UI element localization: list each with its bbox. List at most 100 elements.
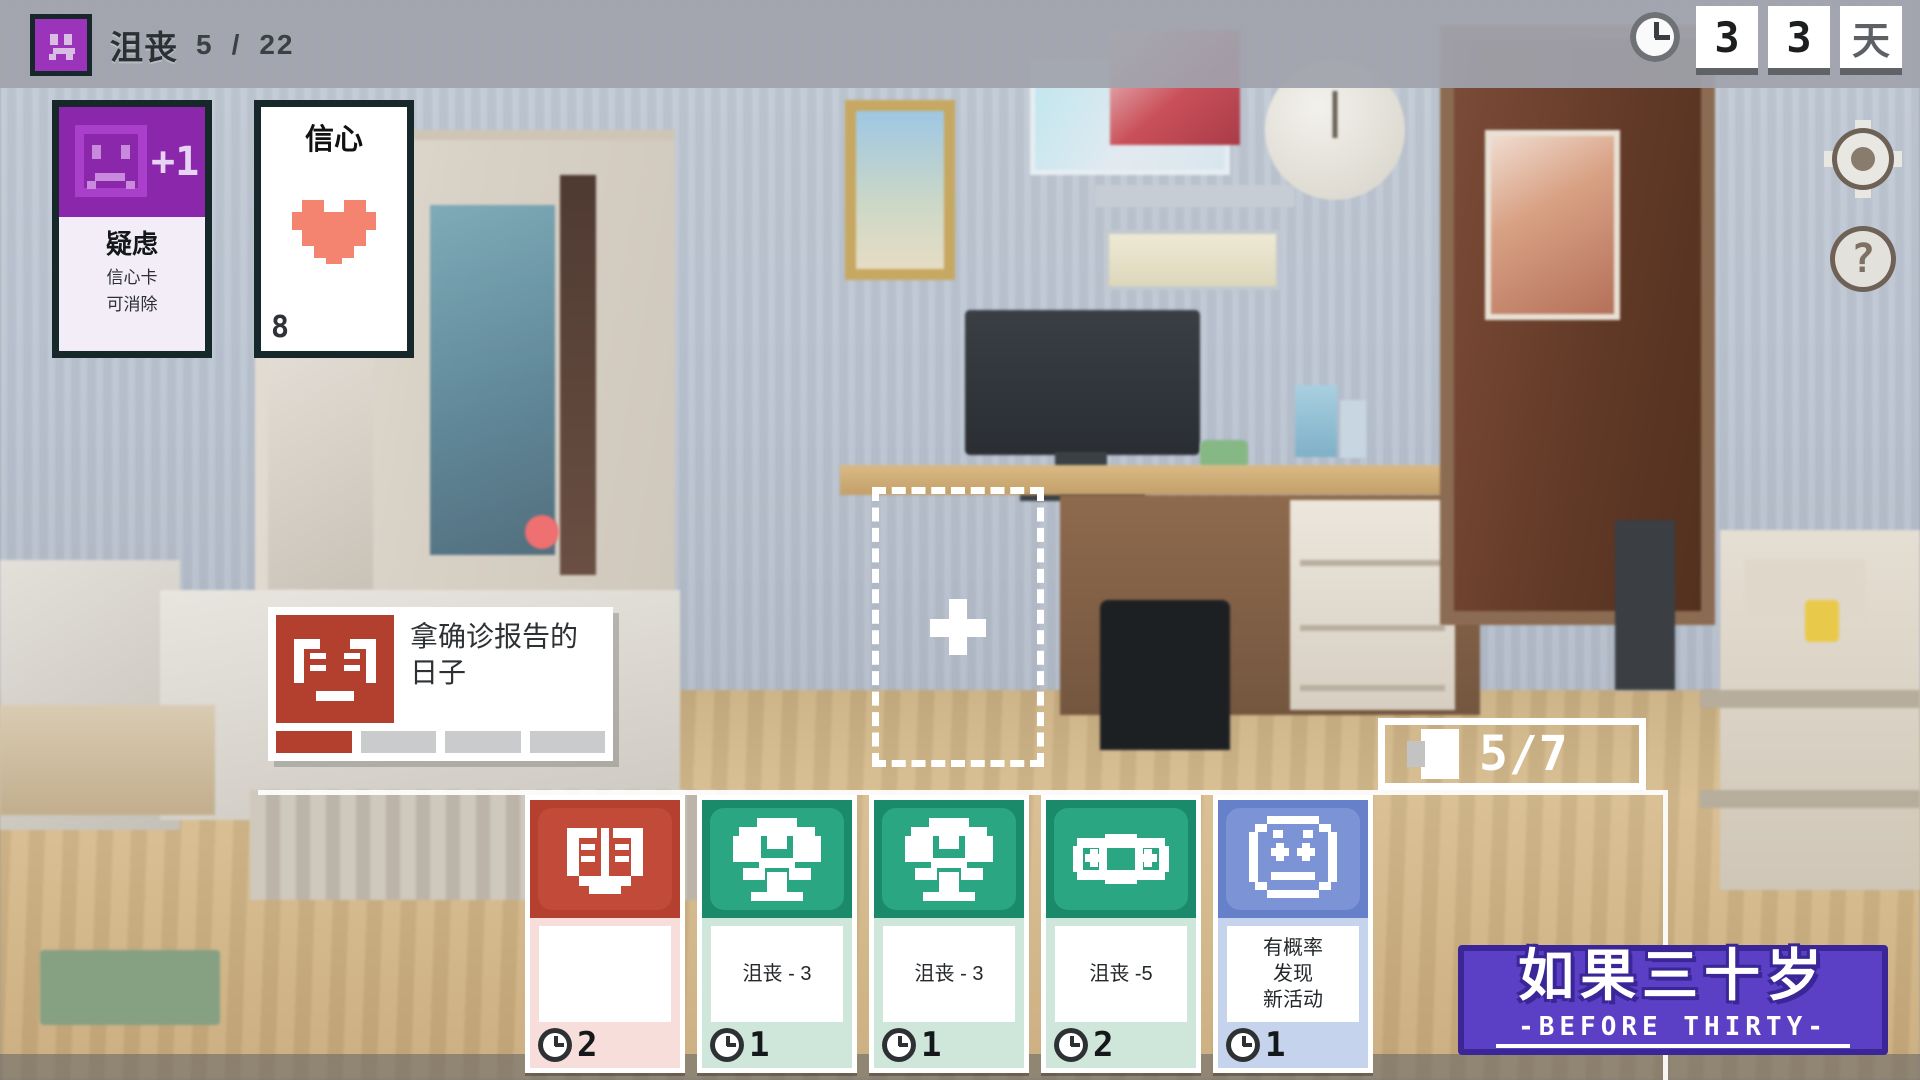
day-digit-2: 3 [1768, 6, 1830, 68]
hand-card-3[interactable]: 沮丧 - 3 1 [869, 795, 1029, 1073]
hand-card-3-art [874, 800, 1024, 918]
deck-icon [1407, 729, 1459, 779]
mood-hud: 沮丧 5 / 22 [30, 14, 295, 76]
handheld-console-icon [1073, 814, 1169, 904]
hand-card-2[interactable]: 沮丧 - 3 1 [697, 795, 857, 1073]
doubt-card[interactable]: +1 疑虑 信心卡 可消除 [52, 100, 212, 358]
hand-card-4-art [1046, 800, 1196, 918]
doubt-modifier: +1 [151, 139, 200, 185]
mood-label: 沮丧 [110, 29, 178, 66]
sad-face-icon [30, 14, 92, 76]
clock-icon [878, 1024, 920, 1066]
event-tooltip[interactable]: 拿确诊报告的 日子 [268, 607, 613, 761]
confidence-card-cost: 8 [270, 309, 290, 345]
right-shelf-toy [1805, 600, 1839, 642]
mood-max: 22 [259, 29, 295, 60]
hand-card-3-cost-value: 1 [921, 1025, 942, 1065]
help-button[interactable]: ? [1824, 220, 1902, 298]
progress-segment [445, 731, 521, 753]
hand-card-4[interactable]: 沮丧 -5 2 [1041, 795, 1201, 1073]
side-cabinet [1615, 520, 1675, 690]
right-shelf-divider [1700, 690, 1920, 708]
clock-icon [706, 1024, 748, 1066]
hand-card-1-effect [539, 926, 671, 1022]
hand-card-2-cost: 1 [706, 1024, 769, 1066]
hand-card-2-effect: 沮丧 - 3 [711, 926, 843, 1022]
event-title-line1: 拿确诊报告的 [410, 621, 579, 652]
monitor [965, 310, 1200, 455]
hand-card-2-cost-value: 1 [749, 1025, 770, 1065]
hand-card-1-cost-value: 2 [577, 1025, 598, 1065]
drawer-divider [1300, 560, 1445, 566]
mask-icon [557, 814, 653, 904]
day-digit-1: 3 [1696, 6, 1758, 68]
progress-segment [276, 731, 352, 753]
hand-card-5[interactable]: 有概率 发现 新活动 1 [1213, 795, 1373, 1073]
hand-card-2-art [702, 800, 852, 918]
hand-card-4-effect: 沮丧 -5 [1055, 926, 1187, 1022]
hand-card-3-body: 沮丧 - 3 1 [874, 918, 1024, 1068]
clock-icon [1222, 1024, 1264, 1066]
plus-icon [930, 599, 986, 655]
confidence-card-title: 信心 [304, 124, 363, 156]
hand-card-4-body: 沮丧 -5 2 [1046, 918, 1196, 1068]
wardrobe-door-seam [560, 175, 596, 575]
hand-card-5-cost-value: 1 [1265, 1025, 1286, 1065]
desk-chair [1100, 600, 1230, 750]
deck-counter-value: 5/7 [1479, 726, 1569, 782]
cup [1295, 385, 1337, 457]
day-counter: 3 3 天 [1624, 6, 1902, 68]
progress-segment [529, 731, 605, 753]
side-button-group: ? [1824, 120, 1902, 298]
confidence-card[interactable]: 信心 8 [254, 100, 414, 358]
logo-title-cn: 如果三十岁 [1518, 944, 1828, 1007]
hand-card-1[interactable]: 2 [525, 795, 685, 1073]
hand-card-5-effect: 有概率 发现 新活动 [1227, 926, 1359, 1022]
wall-shelf-box [1105, 230, 1280, 290]
door-poster [1485, 130, 1620, 320]
drawer-divider [1300, 685, 1445, 691]
status-card-group: +1 疑虑 信心卡 可消除 信心 8 [52, 100, 414, 358]
day-unit: 天 [1840, 6, 1902, 68]
doubt-card-desc-line1: 信心卡 [106, 268, 158, 287]
hand-card-1-body: 2 [530, 918, 680, 1068]
progress-segment [360, 731, 436, 753]
hand-card-5-body: 有概率 发现 新活动 1 [1218, 918, 1368, 1068]
sad-face-icon [75, 125, 147, 197]
question-mark-icon: ? [1830, 226, 1896, 292]
event-title-line2: 日子 [410, 657, 467, 689]
doubt-card-art: +1 [59, 107, 205, 217]
hand-card-4-cost: 2 [1050, 1024, 1113, 1066]
left-shelf [0, 705, 215, 815]
logo-title-en: -BEFORE THIRTY- [1518, 1012, 1828, 1042]
heart-icon [292, 190, 376, 264]
right-shelf-divider [1700, 790, 1920, 808]
soccer-ball-icon [729, 814, 825, 904]
mood-separator: / [231, 29, 242, 60]
clock-icon [1624, 6, 1686, 68]
hand-card-5-art [1218, 800, 1368, 918]
red-mask-icon [276, 615, 394, 723]
wall-shelf [1095, 185, 1295, 207]
hand-card-5-cost: 1 [1222, 1024, 1285, 1066]
settings-button[interactable] [1824, 120, 1902, 198]
doubt-card-desc-line2: 可消除 [106, 295, 158, 315]
hand-card-2-body: 沮丧 - 3 1 [702, 918, 852, 1068]
hand-card-1-art [530, 800, 680, 918]
wall-picture-frame [845, 100, 955, 280]
hand-card-1-cost: 2 [534, 1024, 597, 1066]
wardrobe-poster [430, 205, 555, 555]
hand-card-4-cost-value: 2 [1093, 1025, 1114, 1065]
dice-face-icon [1245, 814, 1341, 904]
event-progress-bar [276, 731, 605, 753]
deck-counter[interactable]: 5/7 [1378, 718, 1646, 790]
wardrobe-knob [525, 515, 559, 549]
mood-current: 5 [196, 29, 214, 60]
hand-card-5-effect-text: 有概率 发现 新活动 [1263, 937, 1323, 1011]
game-logo: 如果三十岁 -BEFORE THIRTY- [1458, 917, 1888, 1062]
activity-drop-slot[interactable] [872, 487, 1044, 767]
doubt-card-title: 疑虑 [105, 229, 158, 259]
soccer-ball-icon [901, 814, 997, 904]
hand-card-3-effect: 沮丧 - 3 [883, 926, 1015, 1022]
logo-underline [1496, 1044, 1850, 1048]
